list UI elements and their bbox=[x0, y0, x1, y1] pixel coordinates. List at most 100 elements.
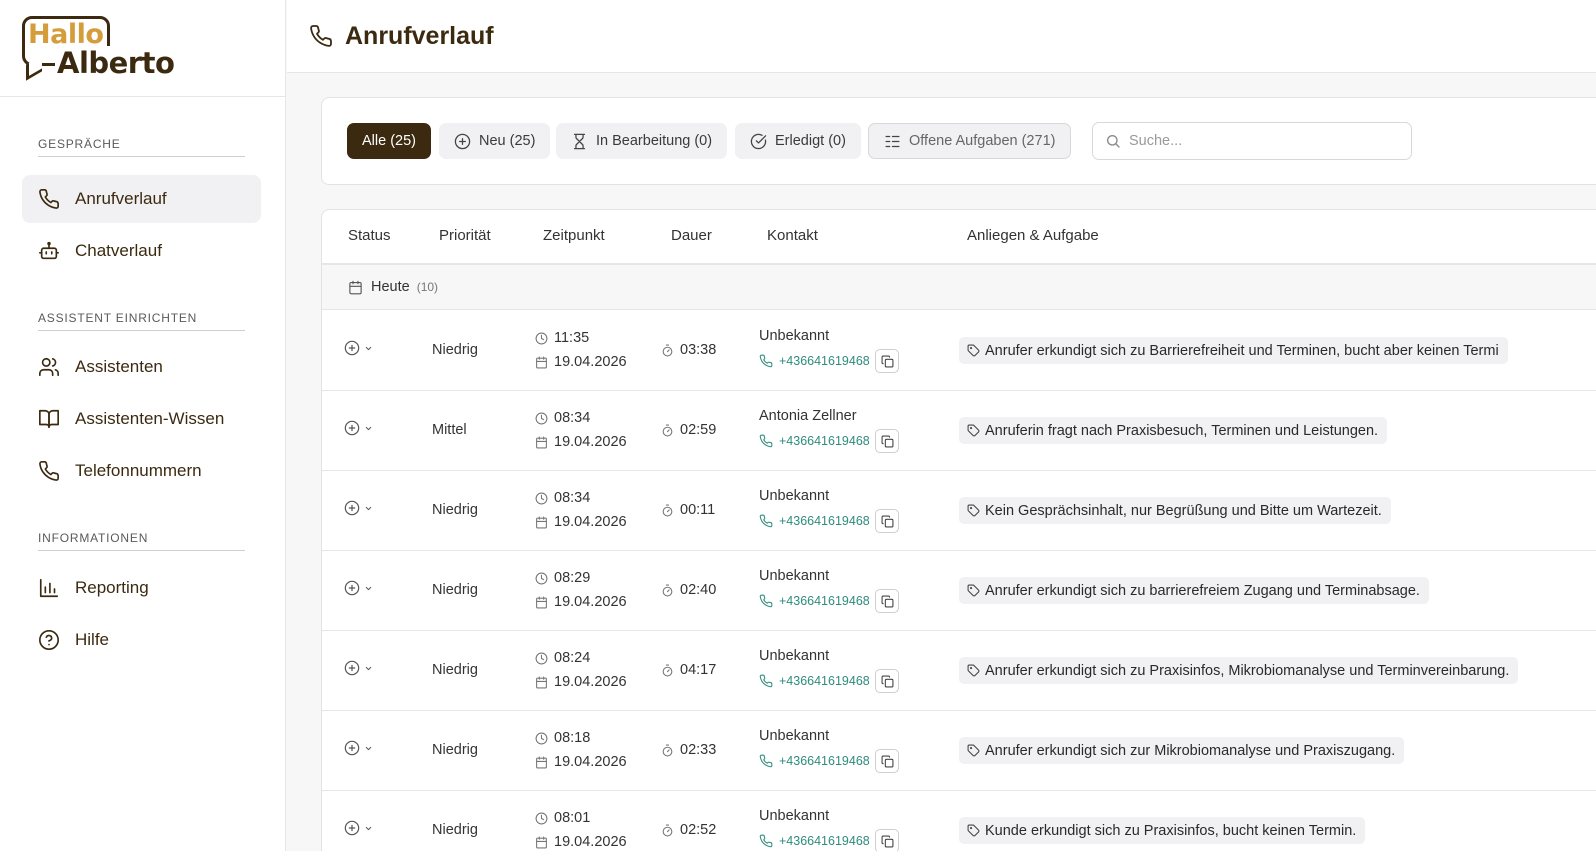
time-value: 11:35 bbox=[554, 330, 590, 346]
concern-text: Anrufer erkundigt sich zu barrierefreiem… bbox=[985, 582, 1420, 599]
phone-number: +436641619468 bbox=[779, 594, 870, 608]
filter-chip-in-bearbeitung[interactable]: In Bearbeitung (0) bbox=[556, 123, 728, 159]
logo-area: Hallo Alberto bbox=[0, 0, 285, 97]
table-row[interactable]: Niedrig 08:34 19.04.2026 00:11 Unbekannt… bbox=[322, 470, 1596, 551]
duration-value: 03:38 bbox=[680, 342, 717, 358]
calendar-icon bbox=[535, 836, 548, 849]
page-title: Anrufverlauf bbox=[345, 21, 494, 50]
book-icon bbox=[38, 408, 60, 430]
users-icon bbox=[38, 356, 60, 378]
phone-icon bbox=[759, 754, 773, 768]
column-header-kontakt[interactable]: Kontakt bbox=[767, 227, 818, 244]
call-date: 19.04.2026 bbox=[535, 354, 627, 370]
sidebar-item-label: Assistenten-Wissen bbox=[75, 409, 225, 428]
column-header-zeitpunkt[interactable]: Zeitpunkt bbox=[543, 227, 605, 244]
table-row[interactable]: Niedrig 08:24 19.04.2026 04:17 Unbekannt… bbox=[322, 630, 1596, 711]
concern-text: Anrufer erkundigt sich zu Barrierefreihe… bbox=[985, 342, 1499, 359]
tag-icon bbox=[967, 664, 980, 677]
column-header-anliegen-aufgabe[interactable]: Anliegen & Aufgabe bbox=[967, 227, 1099, 244]
time-value: 08:18 bbox=[554, 730, 591, 746]
table-row[interactable]: Mittel 08:34 19.04.2026 02:59 Antonia Ze… bbox=[322, 390, 1596, 471]
concern-tag[interactable]: Anruferin fragt nach Praxisbesuch, Termi… bbox=[959, 417, 1388, 444]
contact-phone-link[interactable]: +436641619468 bbox=[759, 514, 870, 528]
copy-phone-button[interactable] bbox=[875, 349, 899, 373]
clock-icon bbox=[535, 732, 548, 745]
phone-icon bbox=[759, 434, 773, 448]
clock-icon bbox=[535, 652, 548, 665]
filter-chip-offene-aufgaben[interactable]: Offene Aufgaben (271) bbox=[868, 123, 1072, 159]
sidebar-item-assistenten[interactable]: Assistenten bbox=[22, 343, 261, 391]
contact-phone-link[interactable]: +436641619468 bbox=[759, 754, 870, 768]
priority-value: Niedrig bbox=[432, 822, 478, 838]
date-value: 19.04.2026 bbox=[554, 834, 627, 850]
sidebar-item-telefonnummern[interactable]: Telefonnummern bbox=[22, 447, 261, 495]
group-title: Heute bbox=[371, 279, 410, 295]
table-row[interactable]: Niedrig 11:35 19.04.2026 03:38 Unbekannt… bbox=[322, 310, 1596, 391]
time-value: 08:01 bbox=[554, 810, 591, 826]
phone-number: +436641619468 bbox=[779, 754, 870, 768]
table-row[interactable]: Niedrig 08:18 19.04.2026 02:33 Unbekannt… bbox=[322, 710, 1596, 791]
duration-value: 02:59 bbox=[680, 422, 717, 438]
concern-tag[interactable]: Kein Gesprächsinhalt, nur Begrüßung und … bbox=[959, 497, 1391, 524]
contact-name: Unbekannt bbox=[759, 728, 830, 744]
column-header-dauer[interactable]: Dauer bbox=[671, 227, 712, 244]
status-dropdown[interactable] bbox=[344, 820, 373, 836]
table-row[interactable]: Niedrig 08:01 19.04.2026 02:52 Unbekannt… bbox=[322, 790, 1596, 851]
copy-icon bbox=[881, 515, 894, 528]
contact-name: Unbekannt bbox=[759, 328, 830, 344]
contact-phone-link[interactable]: +436641619468 bbox=[759, 834, 870, 848]
copy-phone-button[interactable] bbox=[875, 669, 899, 693]
copy-phone-button[interactable] bbox=[875, 589, 899, 613]
sidebar-item-hilfe[interactable]: Hilfe bbox=[22, 616, 261, 664]
sidebar-item-label: Telefonnummern bbox=[75, 461, 202, 480]
status-dropdown[interactable] bbox=[344, 580, 373, 596]
contact-phone-link[interactable]: +436641619468 bbox=[759, 434, 870, 448]
concern-tag[interactable]: Anrufer erkundigt sich zu barrierefreiem… bbox=[959, 577, 1429, 604]
tag-icon bbox=[967, 344, 980, 357]
concern-tag[interactable]: Anrufer erkundigt sich zu Barrierefreihe… bbox=[959, 337, 1508, 364]
phone-number: +436641619468 bbox=[779, 674, 870, 688]
status-dropdown[interactable] bbox=[344, 340, 373, 356]
concern-text: Anrufer erkundigt sich zur Mikrobiomanal… bbox=[985, 742, 1396, 759]
sidebar: Hallo Alberto GESPRÄCHE Anrufverlauf Cha… bbox=[0, 0, 286, 851]
duration-value: 02:40 bbox=[680, 582, 717, 598]
column-header-status[interactable]: Status bbox=[348, 227, 391, 244]
contact-phone-link[interactable]: +436641619468 bbox=[759, 354, 870, 368]
status-dropdown[interactable] bbox=[344, 500, 373, 516]
hallo-alberto-logo[interactable]: Hallo Alberto bbox=[22, 16, 182, 81]
copy-phone-button[interactable] bbox=[875, 509, 899, 533]
filter-chip-neu[interactable]: Neu (25) bbox=[439, 123, 551, 159]
copy-phone-button[interactable] bbox=[875, 829, 899, 851]
date-group-heute[interactable]: Heute (10) bbox=[322, 265, 1596, 310]
column-header-prioritaet[interactable]: Priorität bbox=[439, 227, 491, 244]
contact-name: Unbekannt bbox=[759, 808, 830, 824]
timer-icon bbox=[661, 664, 674, 677]
sidebar-item-chatverlauf[interactable]: Chatverlauf bbox=[22, 227, 261, 275]
table-row[interactable]: Niedrig 08:29 19.04.2026 02:40 Unbekannt… bbox=[322, 550, 1596, 631]
priority-value: Mittel bbox=[432, 422, 467, 438]
concern-tag[interactable]: Anrufer erkundigt sich zu Praxisinfos, M… bbox=[959, 657, 1519, 684]
copy-icon bbox=[881, 435, 894, 448]
status-dropdown[interactable] bbox=[344, 740, 373, 756]
sidebar-item-assistenten-wissen[interactable]: Assistenten-Wissen bbox=[22, 395, 261, 443]
filter-chip-erledigt[interactable]: Erledigt (0) bbox=[735, 123, 861, 159]
timer-icon bbox=[661, 344, 674, 357]
chevron-down-icon bbox=[364, 664, 373, 673]
plus-circle-icon bbox=[454, 133, 471, 150]
contact-phone-link[interactable]: +436641619468 bbox=[759, 674, 870, 688]
status-dropdown[interactable] bbox=[344, 420, 373, 436]
priority-value: Niedrig bbox=[432, 662, 478, 678]
duration-value: 02:52 bbox=[680, 822, 717, 838]
copy-phone-button[interactable] bbox=[875, 429, 899, 453]
concern-tag[interactable]: Anrufer erkundigt sich zur Mikrobiomanal… bbox=[959, 737, 1405, 764]
sidebar-item-anrufverlauf[interactable]: Anrufverlauf bbox=[22, 175, 261, 223]
contact-phone-link[interactable]: +436641619468 bbox=[759, 594, 870, 608]
filter-chip-alle[interactable]: Alle (25) bbox=[347, 123, 431, 159]
sidebar-item-reporting[interactable]: Reporting bbox=[22, 564, 261, 612]
status-dropdown[interactable] bbox=[344, 660, 373, 676]
copy-phone-button[interactable] bbox=[875, 749, 899, 773]
tag-icon bbox=[967, 584, 980, 597]
search-input[interactable] bbox=[1129, 133, 1399, 149]
calendar-icon bbox=[535, 596, 548, 609]
concern-tag[interactable]: Kunde erkundigt sich zu Praxisinfos, buc… bbox=[959, 817, 1366, 844]
